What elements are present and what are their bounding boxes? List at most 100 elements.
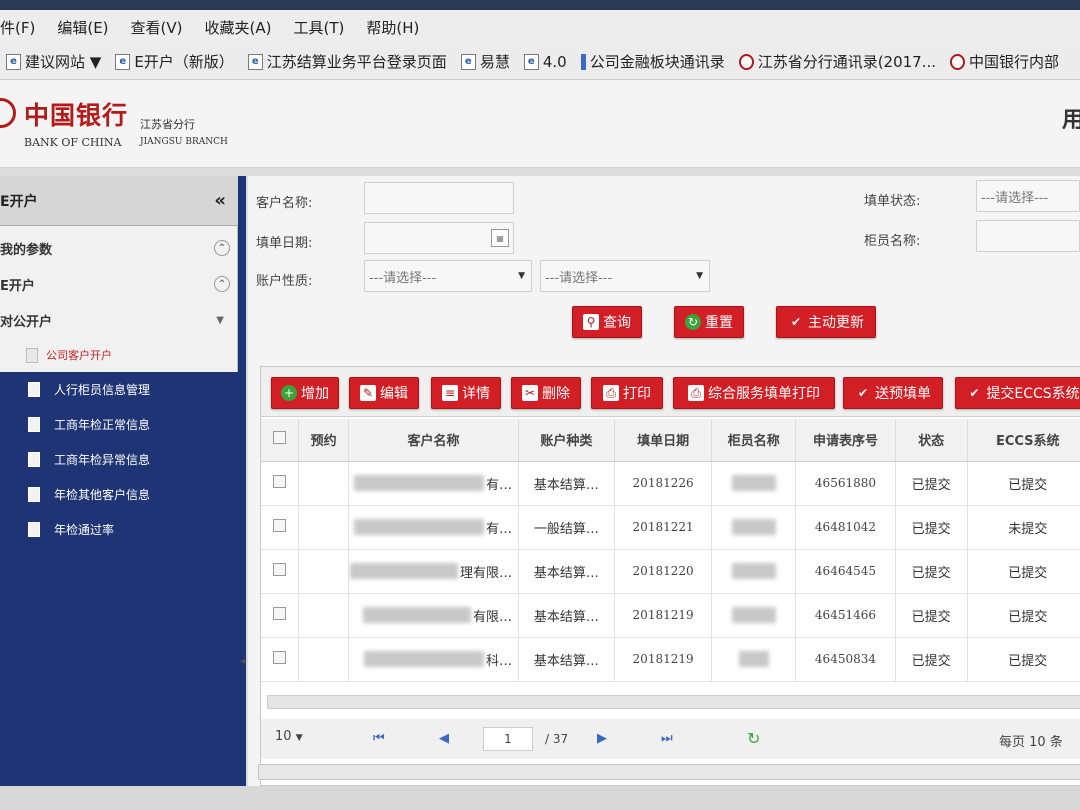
fill-date-cell: 20181219: [614, 593, 713, 638]
col-fill-date[interactable]: 填单日期: [614, 419, 713, 462]
favorite-finance-directory[interactable]: 公司金融板块通讯录: [580, 51, 725, 72]
col-status[interactable]: 状态: [895, 419, 968, 462]
favorite-jiangsu-directory[interactable]: 江苏省分行通讯录(2017...: [738, 51, 936, 72]
sidebar-item-company-account[interactable]: 公司客户开户: [0, 338, 238, 372]
sidebar-group-corporate[interactable]: 对公开户 ▼: [0, 302, 238, 338]
fill-status-select[interactable]: ---请选择---: [976, 180, 1080, 212]
bank-name-en: BANK OF CHINA: [24, 136, 122, 149]
per-page-text: 每页 10 条: [999, 735, 1063, 750]
calendar-icon[interactable]: ▦: [491, 229, 509, 247]
favorite-suggested-sites[interactable]: e 建议网站 ▼: [6, 51, 101, 72]
refresh-icon[interactable]: ↻: [747, 729, 760, 748]
expand-icon[interactable]: ⌃: [214, 240, 230, 256]
col-customer-name[interactable]: 客户名称: [348, 419, 519, 462]
check-icon: ✔: [857, 386, 869, 400]
serial-cell: 46464545: [795, 549, 896, 594]
reservation-cell: [298, 505, 349, 550]
sidebar-item-teller-info[interactable]: 人行柜员信息管理: [0, 372, 246, 406]
table-row[interactable]: 理有限… 基本结算… 20181220 46464545 已提交 已提交: [261, 549, 1080, 594]
row-checkbox[interactable]: [261, 637, 300, 682]
table-row[interactable]: 科… 基本结算… 20181219 46450834 已提交 已提交: [261, 637, 1080, 682]
last-page-icon[interactable]: ⏭: [661, 731, 673, 746]
row-checkbox[interactable]: [261, 505, 300, 550]
customer-name-input[interactable]: [364, 182, 514, 214]
print-button[interactable]: ⎙ 打印: [591, 377, 663, 409]
add-button[interactable]: + 增加: [271, 377, 339, 409]
check-icon: ✔: [969, 386, 980, 400]
menu-edit[interactable]: 编辑(E): [57, 17, 108, 38]
document-icon: [28, 486, 40, 502]
send-prefill-button[interactable]: ✔ 送预填单: [843, 377, 943, 409]
sidebar-title: E开户 «: [0, 176, 238, 226]
list-icon: ≡: [442, 385, 458, 401]
menu-help[interactable]: 帮助(H): [366, 17, 419, 38]
col-account-type[interactable]: 账户种类: [518, 419, 615, 462]
sidebar-item-inspection-abnormal[interactable]: 工商年检异常信息: [0, 442, 246, 476]
expand-icon[interactable]: ⌃: [214, 276, 230, 292]
table-row[interactable]: 有… 基本结算… 20181226 46561880 已提交 已提交: [261, 461, 1080, 506]
edit-button[interactable]: ✎ 编辑: [349, 377, 419, 409]
sidebar-group-my-params[interactable]: 我的参数 ⌃: [0, 230, 238, 266]
menu-favorites[interactable]: 收藏夹(A): [205, 17, 272, 38]
document-icon: [28, 451, 40, 467]
delete-button[interactable]: ✂ 删除: [511, 377, 581, 409]
document-icon: [28, 381, 40, 397]
service-form-print-button[interactable]: ⎙ 综合服务填单打印: [673, 377, 835, 409]
plus-icon: +: [281, 385, 297, 401]
detail-button[interactable]: ≡ 详情: [431, 377, 501, 409]
ie-page-icon: e: [460, 53, 476, 70]
table-horizontal-scrollbar[interactable]: [267, 695, 1080, 709]
sidebar-resize-handle[interactable]: ◂: [240, 656, 245, 667]
table-row[interactable]: 有… 一般结算… 20181221 46481042 已提交 未提交: [261, 505, 1080, 550]
eccs-cell: 已提交: [967, 637, 1080, 682]
account-subtype-select[interactable]: ---请选择--- ▼: [540, 260, 710, 292]
reservation-cell: [298, 461, 349, 506]
collapse-sidebar-button[interactable]: «: [214, 190, 226, 211]
menu-view[interactable]: 查看(V): [131, 17, 183, 38]
col-teller-name[interactable]: 柜员名称: [711, 419, 797, 462]
sidebar-item-inspection-other[interactable]: 年检其他客户信息: [0, 477, 246, 511]
next-page-icon[interactable]: ▶: [597, 731, 607, 746]
favorite-yihui[interactable]: e 易慧: [460, 51, 510, 72]
teller-name-input[interactable]: [976, 220, 1080, 252]
favorite-settlement-login[interactable]: e 江苏结算业务平台登录页面: [247, 51, 447, 72]
page-number-input[interactable]: 1: [483, 727, 533, 751]
favorite-4-0[interactable]: e 4.0: [523, 53, 567, 71]
prev-page-icon[interactable]: ◀: [439, 731, 449, 746]
col-serial[interactable]: 申请表序号: [795, 419, 896, 462]
page-horizontal-scrollbar[interactable]: [258, 764, 1080, 780]
submit-eccs-button[interactable]: ✔ 提交ECCS系统: [955, 377, 1080, 409]
select-all-checkbox[interactable]: [261, 419, 300, 462]
fill-date-input[interactable]: ▦: [364, 222, 514, 254]
favorite-boc-internal[interactable]: 中国银行内部: [950, 51, 1059, 72]
query-button[interactable]: ⚲ 查询: [572, 306, 642, 338]
row-checkbox[interactable]: [261, 593, 300, 638]
row-checkbox[interactable]: [261, 549, 300, 594]
sidebar-item-pass-rate[interactable]: 年检通过率: [0, 512, 246, 546]
menu-file[interactable]: 件(F): [0, 17, 35, 38]
branch-name-cn: 江苏省分行: [140, 118, 195, 131]
page-size-select[interactable]: 10 ▼: [275, 729, 303, 744]
serial-cell: 46481042: [795, 505, 896, 550]
chevron-down-icon[interactable]: ▼: [216, 315, 230, 326]
eccs-cell: 未提交: [967, 505, 1080, 550]
teller-name-label: 柜员名称:: [864, 234, 921, 249]
customer-name-cell: 有…: [348, 505, 519, 550]
ie-page-icon: e: [247, 53, 263, 70]
eccs-cell: 已提交: [967, 461, 1080, 506]
col-eccs[interactable]: ECCS系统: [967, 419, 1080, 462]
manual-update-button[interactable]: ✔ 主动更新: [776, 306, 876, 338]
teller-name-cell: [711, 593, 797, 638]
menu-tools[interactable]: 工具(T): [293, 17, 344, 38]
account-nature-select[interactable]: ---请选择--- ▼: [364, 260, 532, 292]
col-reservation[interactable]: 预约: [298, 419, 349, 462]
row-checkbox[interactable]: [261, 461, 300, 506]
dropdown-arrow-icon: ▼: [696, 271, 703, 281]
favorite-e-account[interactable]: e E开户（新版）: [115, 51, 234, 72]
first-page-icon[interactable]: ⏮: [373, 731, 385, 746]
reset-button[interactable]: ↻ 重置: [674, 306, 744, 338]
table-row[interactable]: 有限… 基本结算… 20181219 46451466 已提交 已提交: [261, 593, 1080, 638]
sidebar-item-inspection-normal[interactable]: 工商年检正常信息: [0, 407, 246, 441]
dropdown-arrow-icon: ▼: [295, 733, 303, 743]
sidebar-group-e-account[interactable]: E开户 ⌃: [0, 266, 238, 302]
